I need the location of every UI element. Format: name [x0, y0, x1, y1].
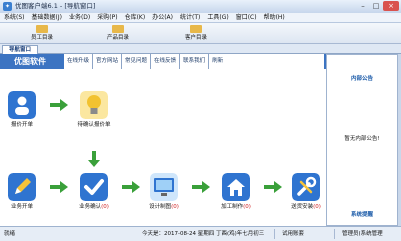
menu-business[interactable]: 业务(D) — [69, 13, 90, 23]
menu-help[interactable]: 帮助(H) — [264, 13, 285, 23]
status-bar: 就绪 今天是：2017-08-24 星期四 丁酉(鸡)年七月初三 试用账套 管理… — [0, 226, 401, 241]
status-separator — [334, 229, 335, 239]
menu-statistics[interactable]: 统计(T) — [180, 13, 200, 23]
document-tab-bar: 导航窗口 — [0, 44, 401, 54]
staff-directory-icon — [36, 25, 48, 33]
customer-directory-label: 客户目录 — [184, 35, 207, 41]
menu-purchase[interactable]: 采购(P) — [97, 13, 117, 23]
maximize-icon[interactable]: □ — [370, 1, 382, 11]
menu-base-data[interactable]: 基础数据(J) — [32, 13, 62, 23]
tab-navigation-window[interactable]: 导航窗口 — [2, 45, 38, 54]
house-icon — [222, 173, 250, 201]
menu-bar: 系统(S) 基础数据(J) 业务(D) 采购(P) 仓库(K) 办公(A) 统计… — [0, 13, 401, 23]
link-contact[interactable]: 联系我们 — [180, 54, 210, 69]
lightbulb-icon — [80, 91, 108, 119]
status-separator — [274, 229, 275, 239]
quick-links: 在线升级 官方网站 常见问题 在线反馈 联系我们 刷新 — [63, 54, 324, 69]
flow-node-order-label: 业务开单 — [10, 204, 33, 210]
window-controls: – □ × — [356, 1, 399, 12]
staff-directory-label: 员工目录 — [30, 35, 53, 41]
arrow-right-icon — [192, 181, 210, 193]
link-refresh[interactable]: 刷新 — [209, 54, 226, 69]
arrow-down-icon — [88, 151, 100, 167]
link-faq[interactable]: 常见问题 — [122, 54, 152, 69]
link-official-site[interactable]: 官方网站 — [93, 54, 123, 69]
flow-node-production-label: 加工制作(0) — [221, 204, 251, 210]
monitor-icon — [150, 173, 178, 201]
app-logo-icon: ✦ — [3, 2, 12, 11]
window-title: 优图客户端6.1 - [导航窗口] — [15, 2, 96, 10]
arrow-right-icon — [122, 181, 140, 193]
nav-header: 优图软件 在线升级 官方网站 常见问题 在线反馈 联系我们 刷新 — [0, 54, 326, 69]
link-online-upgrade[interactable]: 在线升级 — [64, 54, 94, 69]
product-directory-label: 产品目录 — [106, 35, 129, 41]
announcement-panel: 内部公告 暂无内部公告! 系统提醒 — [326, 54, 398, 226]
status-user: 管理员(系统管理 — [342, 231, 383, 237]
pencil-icon — [8, 173, 36, 201]
product-directory-button[interactable]: 产品目录 — [88, 25, 148, 42]
status-date: 今天是：2017-08-24 星期四 丁酉(鸡)年七月初三 — [142, 231, 265, 237]
flow-node-delivery-label: 送货安装(0) — [291, 204, 321, 210]
menu-system[interactable]: 系统(S) — [4, 13, 25, 23]
customer-directory-icon — [190, 25, 202, 33]
staff-directory-button[interactable]: 员工目录 — [12, 25, 72, 42]
flow-node-design-label: 设计制图(0) — [149, 204, 179, 210]
arrow-right-icon — [50, 99, 68, 111]
announcement-title: 内部公告 — [350, 76, 373, 82]
person-quote-icon — [8, 91, 36, 119]
flow-node-quote-label: 报价开单 — [10, 122, 33, 128]
workflow-panel: 报价开单 待确认报价单 业务开单 业务确认(0) 设计制图(0) 加工制作(0)… — [0, 69, 326, 226]
menu-office[interactable]: 办公(A) — [152, 13, 173, 23]
arrow-right-icon — [264, 181, 282, 193]
menu-warehouse[interactable]: 仓库(K) — [125, 13, 146, 23]
arrow-right-icon — [50, 181, 68, 193]
flow-node-pending-quote-label: 待确认报价单 — [77, 122, 111, 128]
product-directory-icon — [112, 25, 124, 33]
tools-icon — [292, 173, 320, 201]
status-ready: 就绪 — [4, 231, 16, 237]
status-account-set: 试用账套 — [282, 231, 305, 237]
flow-node-confirm-label: 业务确认(0) — [79, 204, 109, 210]
system-reminder-title: 系统提醒 — [350, 212, 373, 218]
toolbar: 员工目录 产品目录 客户目录 — [0, 23, 401, 44]
link-feedback[interactable]: 在线反馈 — [151, 54, 181, 69]
brand-name: 优图软件 — [14, 57, 46, 66]
customer-directory-button[interactable]: 客户目录 — [166, 25, 226, 42]
minimize-icon[interactable]: – — [357, 1, 369, 11]
close-icon[interactable]: × — [383, 1, 399, 11]
menu-window[interactable]: 窗口(C) — [236, 13, 257, 23]
checkmark-icon — [80, 173, 108, 201]
announcement-message: 暂无内部公告! — [344, 136, 380, 142]
menu-tools[interactable]: 工具(G) — [207, 13, 228, 23]
